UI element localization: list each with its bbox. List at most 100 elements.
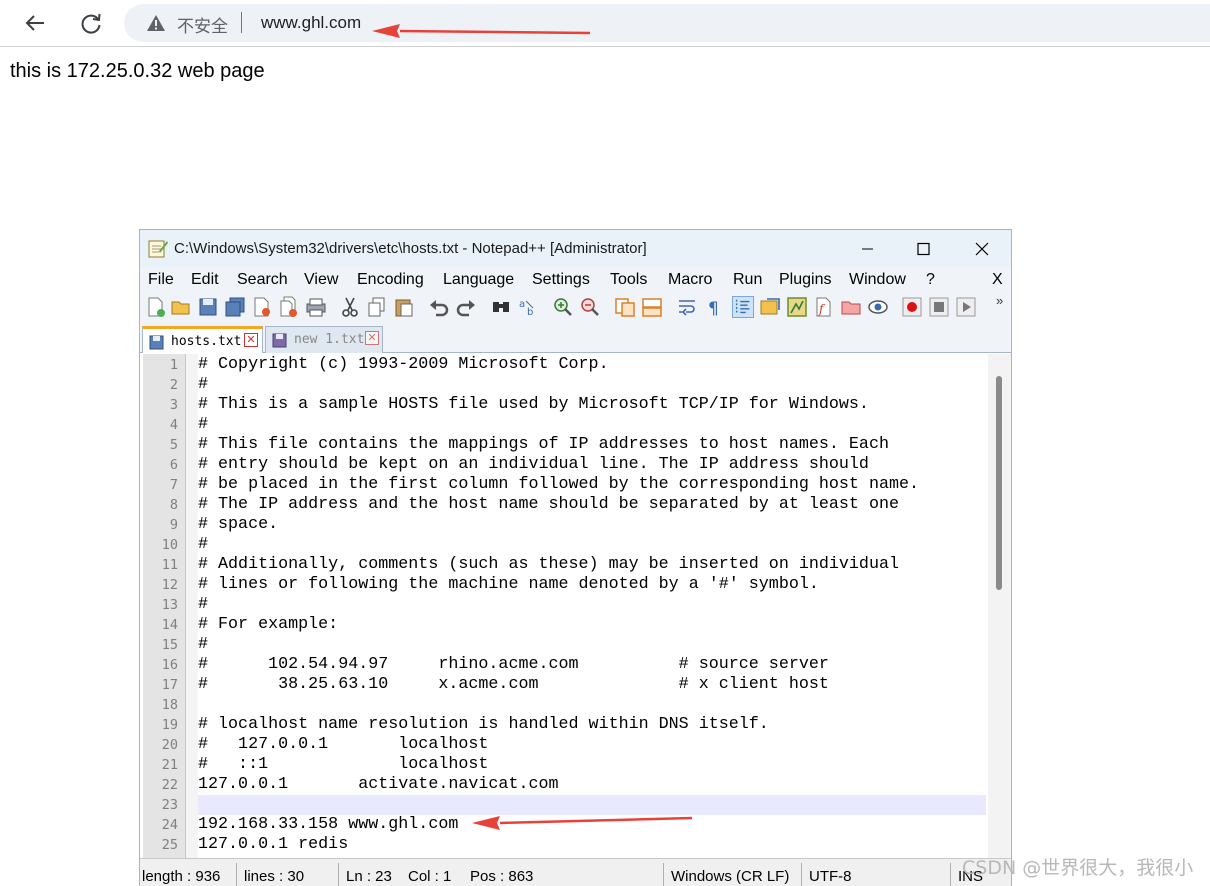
close-button[interactable] — [962, 236, 1002, 262]
tab-new-1-txt[interactable]: new 1.txt ✕ — [265, 326, 383, 353]
annotation-arrow-editor — [472, 816, 692, 830]
zoom-in-icon[interactable] — [552, 296, 574, 318]
editor-line[interactable]: 8 # The IP address and the host name shou… — [140, 495, 986, 515]
line-number: 13 — [161, 597, 178, 613]
editor-line[interactable]: 1 # Copyright (c) 1993-2009 Microsoft Cor… — [140, 355, 986, 375]
indent-guide-icon[interactable] — [732, 296, 754, 318]
editor-line[interactable]: 2 # — [140, 375, 986, 395]
document-map-icon[interactable] — [786, 296, 808, 318]
editor-line[interactable]: 22 127.0.0.1 activate.navicat.com — [140, 775, 986, 795]
zoom-out-icon[interactable] — [579, 296, 601, 318]
folder-workspace-icon[interactable] — [840, 296, 862, 318]
editor-line[interactable]: 20 # 127.0.0.1 localhost — [140, 735, 986, 755]
editor-line[interactable]: 17 # 38.25.63.10 x.acme.com # x client ho… — [140, 675, 986, 695]
menu-window[interactable]: Window — [849, 271, 906, 289]
show-all-chars-icon[interactable]: ¶ — [703, 296, 725, 318]
sync-horizontal-icon[interactable] — [641, 296, 663, 318]
menu-macro[interactable]: Macro — [668, 271, 712, 289]
line-number: 8 — [169, 497, 178, 513]
status-divider — [950, 863, 951, 886]
back-button[interactable] — [20, 8, 50, 38]
editor-line[interactable]: 12 # lines or following the machine name … — [140, 575, 986, 595]
play-macro-icon[interactable] — [955, 296, 977, 318]
editor-line[interactable]: 3 # This is a sample HOSTS file used by M… — [140, 395, 986, 415]
line-number: 7 — [169, 477, 178, 493]
user-language-icon[interactable] — [759, 296, 781, 318]
editor-line[interactable]: 14 # For example: — [140, 615, 986, 635]
maximize-icon — [917, 242, 930, 256]
redo-icon[interactable] — [455, 296, 477, 318]
maximize-button[interactable] — [903, 236, 943, 262]
close-all-icon[interactable] — [278, 296, 300, 318]
sync-vertical-icon[interactable] — [614, 296, 636, 318]
toolbar-overflow-button[interactable]: » — [996, 293, 1003, 308]
undo-icon[interactable] — [428, 296, 450, 318]
editor-line[interactable]: 10 # — [140, 535, 986, 555]
save-all-icon[interactable] — [224, 296, 246, 318]
menu-language[interactable]: Language — [443, 271, 514, 289]
editor-line[interactable]: 13 # — [140, 595, 986, 615]
menu-encoding[interactable]: Encoding — [357, 271, 424, 289]
vertical-scrollbar[interactable] — [988, 354, 1011, 858]
menu-close-document[interactable]: X — [992, 271, 1003, 289]
record-macro-icon[interactable] — [901, 296, 923, 318]
tab-hosts-txt[interactable]: hosts.txt ✕ — [142, 326, 263, 353]
print-icon[interactable] — [305, 296, 327, 318]
function-list-icon[interactable]: f — [813, 296, 835, 318]
menu-search[interactable]: Search — [237, 271, 288, 289]
tab-close-icon[interactable]: ✕ — [244, 333, 258, 347]
status-eol[interactable]: Windows (CR LF) — [671, 868, 789, 885]
editor-line[interactable]: 18 — [140, 695, 986, 715]
editor-area[interactable]: 1 # Copyright (c) 1993-2009 Microsoft Cor… — [140, 354, 1011, 858]
notepad-app-icon — [148, 240, 168, 258]
editor-line[interactable]: 25 127.0.0.1 redis — [140, 835, 986, 855]
editor-line[interactable]: 5 # This file contains the mappings of IP… — [140, 435, 986, 455]
status-encoding[interactable]: UTF-8 — [809, 868, 852, 885]
menu-tools[interactable]: Tools — [610, 271, 647, 289]
status-length: length : 936 — [142, 868, 221, 885]
editor-line[interactable]: 16 # 102.54.94.97 rhino.acme.com # source… — [140, 655, 986, 675]
copy-icon[interactable] — [366, 296, 388, 318]
cut-icon[interactable] — [339, 296, 361, 318]
svg-text:b: b — [527, 307, 533, 318]
editor-line[interactable]: 6 # entry should be kept on an individual… — [140, 455, 986, 475]
stop-macro-icon[interactable] — [928, 296, 950, 318]
menu-view[interactable]: View — [304, 271, 338, 289]
annotation-arrow-top — [372, 24, 590, 38]
word-wrap-icon[interactable] — [676, 296, 698, 318]
close-file-icon[interactable] — [251, 296, 273, 318]
reload-button[interactable] — [76, 8, 106, 38]
menu-edit[interactable]: Edit — [191, 271, 219, 289]
replace-icon[interactable]: ab — [517, 296, 539, 318]
open-file-icon[interactable] — [170, 296, 192, 318]
editor-line[interactable]: 19 # localhost name resolution is handled… — [140, 715, 986, 735]
editor-line[interactable]: 4 # — [140, 415, 986, 435]
tab-close-icon[interactable]: ✕ — [365, 331, 379, 345]
menu-file[interactable]: File — [148, 271, 174, 289]
url-text[interactable]: www.ghl.com — [261, 13, 361, 33]
security-status-label[interactable]: 不安全 — [177, 12, 228, 37]
new-file-icon[interactable] — [145, 296, 167, 318]
menu-plugins[interactable]: Plugins — [779, 271, 831, 289]
menu-settings[interactable]: Settings — [532, 271, 590, 289]
menu-help[interactable]: ? — [926, 271, 935, 289]
page-body-text: this is 172.25.0.32 web page — [10, 60, 265, 82]
editor-line[interactable]: 9 # space. — [140, 515, 986, 535]
editor-line[interactable]: 21 # ::1 localhost — [140, 755, 986, 775]
paste-icon[interactable] — [393, 296, 415, 318]
address-bar[interactable]: 不安全 www.ghl.com — [124, 4, 1210, 42]
menu-run[interactable]: Run — [733, 271, 762, 289]
save-icon[interactable] — [197, 296, 219, 318]
window-titlebar[interactable]: C:\Windows\System32\drivers\etc\hosts.tx… — [140, 230, 1011, 267]
editor-line[interactable]: 11 # Additionally, comments (such as thes… — [140, 555, 986, 575]
editor-line[interactable]: 7 # be placed in the first column followe… — [140, 475, 986, 495]
find-icon[interactable] — [490, 296, 512, 318]
line-number: 22 — [161, 777, 178, 793]
scrollbar-thumb[interactable] — [996, 376, 1002, 590]
line-text: # ::1 localhost — [198, 755, 489, 774]
minimize-button[interactable] — [847, 236, 887, 262]
monitoring-eye-icon[interactable] — [867, 296, 889, 318]
warning-triangle-icon[interactable] — [146, 14, 166, 32]
status-lines: lines : 30 — [244, 868, 305, 885]
editor-line[interactable]: 15 # — [140, 635, 986, 655]
